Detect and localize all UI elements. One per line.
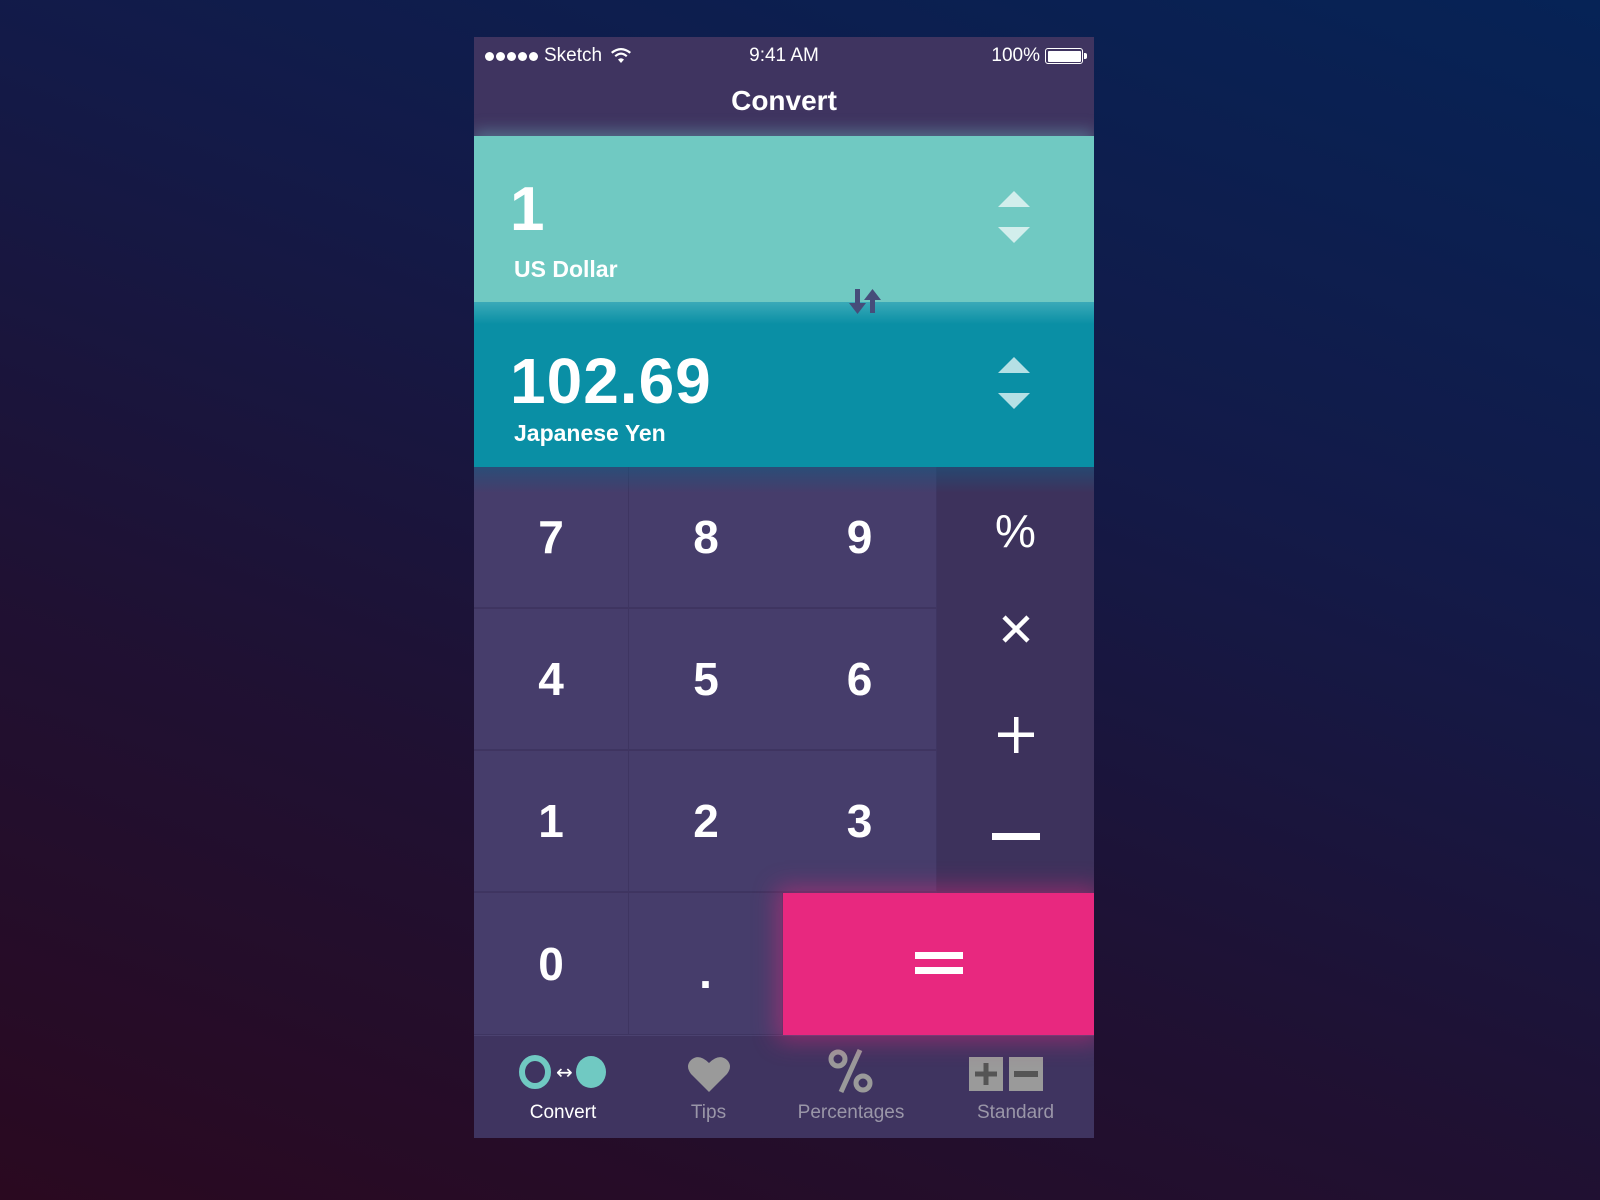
convert-circles-icon: ↔ <box>519 1055 606 1089</box>
battery-level <box>1047 50 1081 62</box>
triangle-up-icon[interactable] <box>998 357 1030 373</box>
multiply-button[interactable] <box>937 589 1094 669</box>
tab-label: Percentages <box>797 1102 905 1123</box>
tab-label: Convert <box>529 1102 597 1123</box>
tab-bar: ↔ Convert Tips Percentages Standard <box>474 1035 1094 1138</box>
battery-percent: 100% <box>991 45 1040 66</box>
tab-standard[interactable]: Standard <box>937 1036 1094 1138</box>
tab-label: Tips <box>690 1102 727 1123</box>
subtract-button[interactable] <box>937 802 1094 872</box>
decimal-point-label: . <box>699 945 712 998</box>
heart-icon <box>688 1057 730 1092</box>
key-8[interactable]: 8 <box>629 467 784 608</box>
triangle-down-icon[interactable] <box>998 227 1030 243</box>
key-5[interactable]: 5 <box>629 609 784 750</box>
status-right: 100% <box>991 45 1087 67</box>
battery-icon <box>1045 48 1087 64</box>
tab-convert[interactable]: ↔ Convert <box>474 1036 652 1138</box>
to-currency-name[interactable]: Japanese Yen <box>514 420 666 447</box>
status-bar: Sketch 9:41 AM 100% <box>474 37 1094 75</box>
percent-icon <box>828 1048 873 1094</box>
page-title: Convert <box>731 85 837 116</box>
add-button[interactable] <box>937 692 1094 777</box>
operator-column: % <box>937 467 1094 893</box>
from-currency-stepper <box>998 191 1032 243</box>
tab-tips[interactable]: Tips <box>652 1036 765 1138</box>
key-1[interactable]: 1 <box>474 751 629 892</box>
plus-icon <box>997 716 1034 753</box>
multiply-icon <box>1001 615 1030 643</box>
key-4[interactable]: 4 <box>474 609 629 750</box>
key-7[interactable]: 7 <box>474 467 629 608</box>
key-6[interactable]: 6 <box>783 609 937 750</box>
to-currency-stepper <box>998 357 1032 409</box>
from-currency-name[interactable]: US Dollar <box>514 256 618 283</box>
triangle-down-icon[interactable] <box>998 393 1030 409</box>
key-3[interactable]: 3 <box>783 751 937 892</box>
keypad: 7 8 9 4 5 6 1 2 3 0 . % <box>474 467 1094 1035</box>
from-currency-panel[interactable]: 1 US Dollar <box>474 136 1094 302</box>
key-decimal[interactable]: . <box>629 893 783 1035</box>
phone-screen: Sketch 9:41 AM 100% Convert 1 US Dollar <box>474 37 1094 1138</box>
tab-label: Standard <box>976 1102 1055 1123</box>
percent-label: % <box>995 505 1036 557</box>
to-amount: 102.69 <box>510 345 712 417</box>
svg-text:↔: ↔ <box>556 1060 573 1084</box>
equals-icon <box>914 952 963 974</box>
from-amount: 1 <box>510 175 546 244</box>
swap-currencies-button[interactable] <box>846 285 890 319</box>
triangle-up-icon[interactable] <box>998 191 1030 207</box>
swap-vertical-arrows-icon <box>849 289 881 314</box>
key-9[interactable]: 9 <box>783 467 937 608</box>
minus-icon <box>991 833 1040 840</box>
equals-button[interactable] <box>783 893 1094 1035</box>
plus-minus-icon <box>969 1057 1043 1091</box>
to-currency-panel[interactable]: 102.69 Japanese Yen <box>474 302 1094 467</box>
percent-button[interactable]: % <box>937 481 1094 581</box>
key-0[interactable]: 0 <box>474 893 629 1035</box>
key-2[interactable]: 2 <box>629 751 784 892</box>
tab-percentages[interactable]: Percentages <box>765 1036 937 1138</box>
